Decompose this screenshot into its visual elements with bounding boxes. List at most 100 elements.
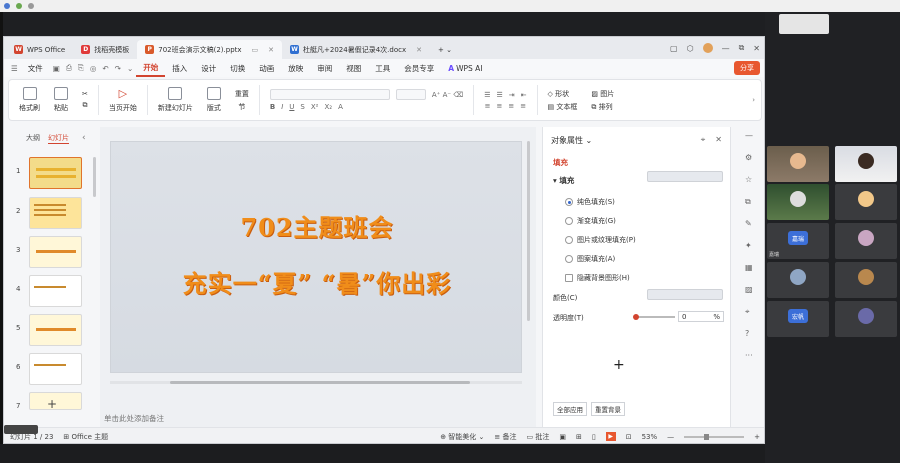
- notes-placeholder[interactable]: 单击此处添加备注: [104, 413, 164, 424]
- font-size-select[interactable]: [395, 89, 426, 100]
- zoom-in-icon[interactable]: +: [754, 433, 760, 441]
- slide-thumbnail[interactable]: [29, 314, 82, 346]
- participant-video[interactable]: [835, 262, 897, 298]
- copy-icon[interactable]: ⧉: [745, 197, 751, 207]
- zoom-slider[interactable]: [684, 433, 745, 440]
- align-right-icon[interactable]: ≡: [508, 102, 514, 110]
- tab-slides[interactable]: 幻灯片: [48, 133, 69, 144]
- menu-member[interactable]: 会员专享: [397, 59, 441, 77]
- subscript-icon[interactable]: X₂: [324, 103, 332, 111]
- layout-button[interactable]: 版式: [203, 87, 225, 113]
- slide-thumbnail[interactable]: [29, 197, 82, 229]
- align-center-icon[interactable]: ≡: [496, 102, 502, 110]
- scrollbar[interactable]: [93, 157, 96, 197]
- minimize-icon[interactable]: —: [722, 44, 730, 53]
- slide-thumbnail-row[interactable]: 6: [4, 353, 100, 387]
- add-slide-icon[interactable]: +: [47, 397, 57, 411]
- chevron-down-icon[interactable]: ⌄: [124, 64, 136, 73]
- menu-wps-ai[interactable]: A WPS AI: [441, 59, 489, 77]
- menu-review[interactable]: 审阅: [310, 59, 339, 77]
- reset-background-button[interactable]: 重置背景: [591, 402, 625, 416]
- slide-thumbnail-row[interactable]: 4: [4, 275, 100, 309]
- slider-knob[interactable]: [633, 314, 639, 320]
- menu-transition[interactable]: 切换: [223, 59, 252, 77]
- menu-tools[interactable]: 工具: [368, 59, 397, 77]
- fill-section-header[interactable]: ▾ 填充: [553, 175, 574, 186]
- restore-icon[interactable]: ⧉: [739, 43, 745, 53]
- preview-icon[interactable]: ◎: [87, 64, 100, 73]
- normal-view-icon[interactable]: ▣: [559, 433, 566, 441]
- participant-video[interactable]: [767, 146, 829, 182]
- strike-icon[interactable]: S: [300, 103, 304, 111]
- shape-button[interactable]: ◇ 形状: [548, 89, 570, 99]
- reading-view-icon[interactable]: ▯: [592, 433, 596, 441]
- print-icon[interactable]: ⎘: [75, 63, 87, 73]
- save-icon[interactable]: ▣: [50, 64, 63, 73]
- menu-insert[interactable]: 插入: [165, 59, 194, 77]
- text-color-icon[interactable]: A: [338, 103, 343, 111]
- collapse-icon[interactable]: ‹: [82, 133, 86, 143]
- comment-button[interactable]: ▭ 批注: [526, 432, 549, 442]
- scroll-thumb[interactable]: [170, 381, 470, 384]
- tab-docx[interactable]: W 杜艇凡+2024暑假记录4次.docx ✕: [282, 40, 430, 59]
- picture-icon[interactable]: ▨: [745, 285, 753, 294]
- font-size-icons[interactable]: A⁺ A⁻ ⌫: [432, 91, 463, 99]
- slide-canvas[interactable]: 702主题班会 充实一“夏” “暑”你出彩: [110, 141, 522, 373]
- window-icon[interactable]: ▢: [670, 44, 678, 53]
- copy-icon[interactable]: ⧉: [82, 101, 87, 110]
- hide-background-checkbox[interactable]: 隐藏背景图形(H): [565, 273, 630, 283]
- tab-wps-office[interactable]: W WPS Office: [6, 40, 73, 59]
- participant-video[interactable]: [835, 184, 897, 220]
- justify-icon[interactable]: ≡: [520, 102, 526, 110]
- ribbon-scroll-right-icon[interactable]: ›: [752, 96, 755, 104]
- hamburger-icon[interactable]: ☰: [8, 64, 21, 73]
- zoom-out-icon[interactable]: —: [667, 433, 674, 441]
- new-tab-button[interactable]: + ⌄: [430, 40, 460, 59]
- participant-video[interactable]: [767, 262, 829, 298]
- participant-video[interactable]: [835, 223, 897, 259]
- menu-file[interactable]: 文件: [21, 59, 50, 77]
- tab-pptx[interactable]: P 702班会演示文稿(2).pptx ▭ ✕: [137, 40, 283, 59]
- scrollbar[interactable]: [527, 141, 530, 321]
- close-window-icon[interactable]: ✕: [753, 44, 760, 53]
- close-icon[interactable]: ✕: [715, 135, 722, 145]
- transparency-input[interactable]: 0 %: [678, 311, 724, 322]
- tab-template[interactable]: D 找稻壳模板: [73, 40, 137, 59]
- location-icon[interactable]: ⌖: [745, 307, 750, 317]
- participant-video[interactable]: 宏帆: [767, 301, 829, 337]
- menu-animation[interactable]: 动画: [252, 59, 281, 77]
- superscript-icon[interactable]: X²: [311, 103, 319, 111]
- fit-icon[interactable]: ⊡: [626, 433, 632, 441]
- slide-thumbnail-row[interactable]: 3: [4, 236, 100, 270]
- menu-slideshow[interactable]: 放映: [281, 59, 310, 77]
- slide-thumbnail-row[interactable]: 2: [4, 197, 100, 231]
- close-icon[interactable]: ✕: [268, 46, 274, 54]
- section-group[interactable]: 重置 节: [231, 89, 253, 112]
- align-left-icon[interactable]: ≡: [485, 102, 491, 110]
- edit-icon[interactable]: ✎: [745, 219, 752, 228]
- close-icon[interactable]: ✕: [416, 46, 422, 54]
- bullet-list-icon[interactable]: ☰: [484, 91, 490, 99]
- menu-view[interactable]: 视图: [339, 59, 368, 77]
- outdent-icon[interactable]: ⇤: [521, 91, 527, 99]
- more-icon[interactable]: ···: [745, 351, 753, 360]
- slide-subtitle[interactable]: 充实一“夏” “暑”你出彩: [111, 264, 523, 299]
- paste-button[interactable]: 粘贴: [50, 87, 72, 113]
- fill-option-pattern[interactable]: 图案填充(A): [565, 254, 615, 264]
- help-icon[interactable]: ?: [745, 329, 749, 338]
- menu-design[interactable]: 设计: [194, 59, 223, 77]
- avatar[interactable]: [702, 43, 713, 53]
- pin-icon[interactable]: ⌖: [701, 135, 706, 145]
- slide-thumbnail[interactable]: [29, 157, 82, 189]
- color-select[interactable]: [647, 289, 723, 300]
- beautify-button[interactable]: ⊕ 智能美化 ⌄: [440, 432, 484, 442]
- fill-tab[interactable]: 填充: [553, 157, 568, 168]
- fill-option-solid[interactable]: 纯色填充(S): [565, 197, 615, 207]
- tab-outline[interactable]: 大纲: [26, 133, 40, 144]
- play-icon[interactable]: ▶: [605, 432, 616, 441]
- fill-type-select[interactable]: [647, 171, 723, 182]
- redo-icon[interactable]: ↷: [112, 64, 124, 73]
- collapse-rail-icon[interactable]: —: [745, 131, 753, 140]
- sorter-view-icon[interactable]: ⊞: [576, 433, 582, 441]
- participant-video[interactable]: [767, 184, 829, 220]
